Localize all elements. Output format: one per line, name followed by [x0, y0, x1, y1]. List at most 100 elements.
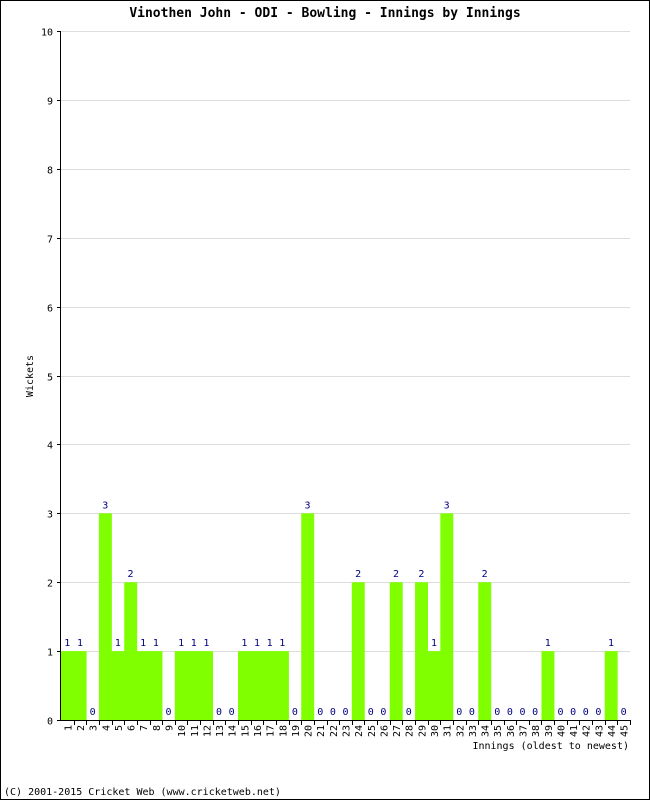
x-axis-label: Innings (oldest to newest): [472, 741, 629, 752]
value-label: 0: [292, 707, 298, 718]
x-tick-label: 17: [266, 725, 277, 737]
value-label: 1: [279, 638, 285, 649]
x-tick-label: 40: [556, 725, 567, 737]
x-tick-label: 2: [76, 725, 87, 731]
x-tick-label: 1: [63, 725, 74, 731]
x-tick-label: 15: [240, 725, 251, 737]
x-tick-label: 30: [430, 725, 441, 737]
value-label: 1: [545, 638, 551, 649]
x-tick-label: 31: [443, 725, 454, 737]
bar: [250, 651, 264, 720]
y-tick-label: 2: [47, 579, 53, 590]
x-tick-label: 38: [531, 725, 542, 737]
x-tick-label: 37: [519, 725, 530, 737]
value-label: 1: [608, 638, 614, 649]
bar: [301, 513, 315, 720]
bar: [187, 651, 201, 720]
value-label: 0: [380, 707, 386, 718]
value-label: 0: [595, 707, 601, 718]
y-tick-label: 0: [47, 717, 53, 728]
x-tick-label: 14: [228, 725, 239, 737]
x-tick-label: 24: [354, 725, 365, 737]
bar: [351, 582, 365, 720]
bar: [427, 651, 441, 720]
x-tick-label: 19: [291, 725, 302, 737]
bar: [149, 651, 163, 720]
value-label: 2: [482, 569, 488, 580]
x-tick-label: 12: [202, 725, 213, 737]
gridlines: [61, 31, 630, 652]
x-tick-label: 9: [164, 725, 175, 731]
value-label: 1: [241, 638, 247, 649]
x-tick-label: 44: [607, 725, 618, 737]
bar: [415, 582, 428, 720]
value-label: 0: [229, 707, 235, 718]
x-tick-label: 22: [329, 725, 340, 737]
bar: [174, 651, 188, 720]
value-label: 0: [583, 707, 589, 718]
value-label: 1: [153, 638, 159, 649]
x-tick-label: 13: [215, 725, 226, 737]
value-label: 1: [140, 638, 146, 649]
value-label: 1: [254, 638, 260, 649]
x-tick-label: 36: [506, 725, 517, 737]
value-label: 0: [621, 707, 627, 718]
x-tick-label: 39: [544, 725, 555, 737]
bar: [389, 582, 403, 720]
bar: [275, 651, 289, 720]
bar: [111, 651, 125, 720]
x-tick-label: 45: [620, 725, 631, 737]
y-axis: 0 1 2 3 4 5 6 7 8 9 10: [41, 28, 61, 728]
y-tick-label: 9: [47, 97, 53, 108]
value-label: 2: [128, 569, 134, 580]
x-tick-label: 5: [114, 725, 125, 731]
bar: [478, 582, 492, 720]
x-tick-label: 21: [316, 725, 327, 737]
value-label: 1: [64, 638, 70, 649]
value-label: 2: [418, 569, 424, 580]
bar: [200, 651, 214, 720]
x-tick-label: 20: [304, 725, 315, 737]
value-label: 0: [520, 707, 526, 718]
value-label: 0: [570, 707, 576, 718]
value-label: 0: [368, 707, 374, 718]
value-label: 0: [469, 707, 475, 718]
value-label: 0: [330, 707, 336, 718]
bar: [61, 651, 74, 720]
bar-chart: Vinothen John - ODI - Bowling - Innings …: [4, 6, 631, 798]
x-tick-label: 42: [582, 725, 593, 737]
bar: [263, 651, 277, 720]
y-tick-label: 7: [47, 235, 53, 246]
chart-title: Vinothen John - ODI - Bowling - Innings …: [129, 6, 520, 21]
x-tick-label: 4: [101, 725, 112, 731]
value-label: 0: [494, 707, 500, 718]
value-label: 2: [393, 569, 399, 580]
y-tick-label: 5: [47, 373, 53, 384]
value-label: 0: [406, 707, 412, 718]
bar: [98, 513, 112, 720]
x-tick-label: 41: [569, 725, 580, 737]
value-label: 0: [507, 707, 513, 718]
x-tick-label: 33: [468, 725, 479, 737]
y-tick-label: 10: [41, 28, 53, 39]
x-tick-label: 11: [190, 725, 201, 737]
value-label: 0: [342, 707, 348, 718]
value-label: 1: [77, 638, 83, 649]
x-tick-label: 28: [405, 725, 416, 737]
x-tick-label: 6: [127, 725, 138, 731]
value-label: 2: [355, 569, 361, 580]
bar: [440, 513, 454, 720]
x-tick-label: 29: [417, 725, 428, 737]
bar: [238, 651, 251, 720]
value-label: 0: [532, 707, 538, 718]
value-label: 0: [165, 707, 171, 718]
value-label: 3: [444, 500, 450, 511]
x-tick-label: 10: [177, 725, 188, 737]
value-label: 1: [191, 638, 197, 649]
bar: [604, 651, 618, 720]
value-label: 0: [317, 707, 323, 718]
value-label: 0: [90, 707, 96, 718]
bar: [124, 582, 138, 720]
value-label: 1: [267, 638, 273, 649]
bar: [541, 651, 555, 720]
